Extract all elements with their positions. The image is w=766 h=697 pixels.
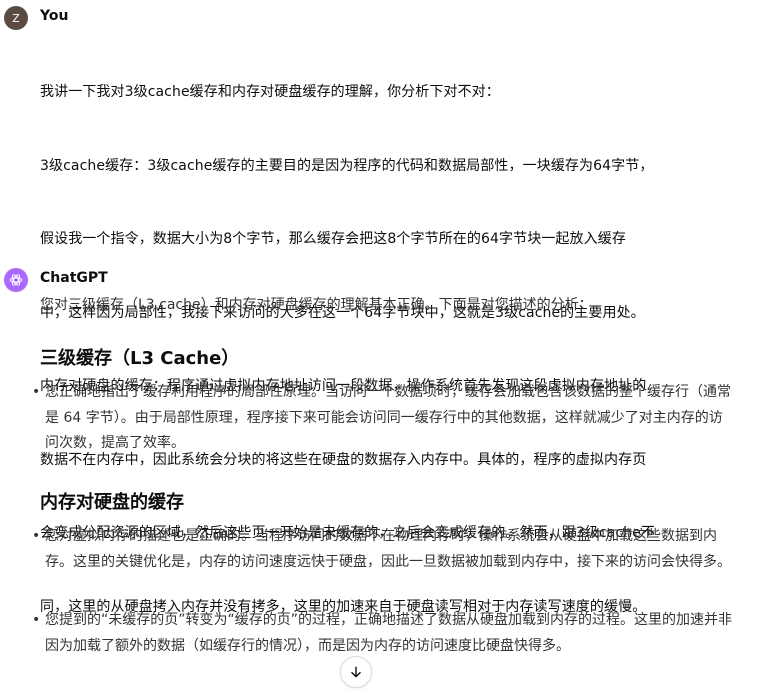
bullet-dot: • (32, 384, 41, 400)
bullet-text: 您对虚拟内存的描述也是正确的。当程序访问的数据不在物理内存时，操作系统会从硬盘中… (45, 528, 731, 570)
scroll-to-bottom-button[interactable] (340, 656, 372, 688)
user-line: 我讲一下我对3级cache缓存和内存对硬盘缓存的理解，你分析下对不对： (40, 84, 500, 100)
list-item: • 您正确地指出了缓存利用程序的局部性原理。当访问一个数据项时，缓存会加载包含该… (32, 380, 732, 457)
section-heading-l3-cache: 三级缓存（L3 Cache） (40, 348, 240, 369)
user-author-name: You (40, 8, 69, 24)
assistant-author-name: ChatGPT (40, 270, 108, 286)
section-heading-disk-cache: 内存对硬盘的缓存 (40, 492, 184, 513)
openai-logo-icon-svg (9, 274, 23, 286)
bullet-dot: • (32, 528, 41, 544)
openai-logo-icon (4, 268, 28, 292)
user-line: 3级cache缓存：3级cache缓存的主要目的是因为程序的代码和数据局部性，一… (40, 157, 654, 174)
list-item: • 您对虚拟内存的描述也是正确的。当程序访问的数据不在物理内存时，操作系统会从硬… (32, 524, 732, 575)
bullet-text: 您正确地指出了缓存利用程序的局部性原理。当访问一个数据项时，缓存会加载包含该数据… (45, 384, 731, 451)
arrow-down-icon (351, 666, 361, 678)
list-item: • 您提到的“未缓存的页”转变为“缓存的页”的过程，正确地描述了数据从硬盘加载到… (32, 608, 732, 659)
user-avatar: Z (4, 6, 28, 30)
assistant-intro: 您对三级缓存（L3 cache）和内存对硬盘缓存的理解基本正确。下面是对您描述的… (40, 297, 593, 313)
user-line: 假设我一个指令，数据大小为8个字节，那么缓存会把这8个字节所在的64字节块一起放… (40, 231, 626, 247)
bullet-dot: • (32, 612, 41, 628)
bullet-text: 您提到的“未缓存的页”转变为“缓存的页”的过程，正确地描述了数据从硬盘加载到内存… (45, 612, 733, 654)
